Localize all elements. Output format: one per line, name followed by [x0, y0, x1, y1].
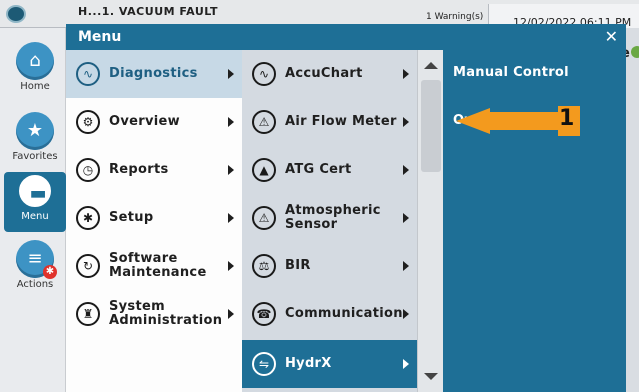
actions-icon: ≡ ✱: [16, 240, 57, 279]
scroll-down-icon[interactable]: [424, 373, 438, 380]
chevron-right-icon: [228, 69, 234, 79]
overview-icon: ⚙: [76, 110, 100, 134]
sidebar-actions-label: Actions: [16, 279, 54, 290]
alarm-title: H...1. VACUUM FAULT: [78, 5, 218, 18]
chevron-right-icon: [403, 261, 409, 271]
callout-number: 1: [559, 106, 575, 131]
chevron-right-icon: [228, 309, 234, 319]
scroll-up-icon[interactable]: [424, 62, 438, 69]
menu-title: Menu: [78, 29, 122, 45]
menu-item-manual-control[interactable]: Manual Control: [453, 65, 569, 80]
chevron-right-icon: [403, 69, 409, 79]
menu-item-atmospheric-sensor[interactable]: ⚠ Atmospheric Sensor: [242, 194, 417, 242]
menu-item-setup[interactable]: ✱ Setup: [66, 194, 242, 242]
setup-icon: ✱: [76, 206, 100, 230]
menu-item-system-administration[interactable]: ♜ System Administration: [66, 290, 242, 338]
chevron-right-icon: [403, 117, 409, 127]
menu-item-diagnostics[interactable]: ∿ Diagnostics: [66, 50, 242, 98]
system-icon: ♜: [76, 302, 100, 326]
sidebar-favorites-button[interactable]: ★ Favorites: [4, 112, 66, 172]
scroll-thumb[interactable]: [421, 80, 441, 172]
software-icon: ↻: [76, 254, 100, 278]
menu-column-main: ∿ Diagnostics ⚙ Overview ◷ Reports ✱ Set…: [66, 50, 242, 392]
bir-icon: ⚖: [252, 254, 276, 278]
menu-item-bir[interactable]: ⚖ BIR: [242, 242, 417, 290]
status-dot-icon: [631, 46, 639, 58]
accuchart-icon: ∿: [252, 62, 276, 86]
chevron-right-icon: [403, 309, 409, 319]
close-icon[interactable]: ✕: [605, 27, 618, 47]
menu-dialog: Menu ✕ ∿ Diagnostics ⚙ Overview ◷ Report…: [66, 24, 626, 392]
communication-icon: ☎: [252, 302, 276, 326]
menu-item-hydrx[interactable]: ⇋ HydrX: [242, 340, 417, 388]
sidebar-menu-button[interactable]: ▬ Menu: [4, 172, 66, 232]
home-icon: ⌂: [16, 42, 54, 80]
sidebar: ⌂ Home ★ Favorites ▬ Menu ≡ ✱ Actions: [0, 28, 66, 392]
callout-arrow: 1: [456, 104, 580, 138]
chevron-right-icon: [403, 213, 409, 223]
atmospheric-icon: ⚠: [252, 206, 276, 230]
chevron-right-icon: [403, 359, 409, 369]
scrollbar[interactable]: [417, 50, 443, 392]
alert-badge-icon: ✱: [43, 265, 57, 279]
sidebar-home-label: Home: [20, 81, 50, 92]
menu-icon: ▬: [16, 172, 54, 210]
diagnostics-icon: ∿: [76, 62, 100, 86]
sidebar-home-button[interactable]: ⌂ Home: [4, 42, 66, 102]
app-logo-icon: [6, 5, 26, 23]
sidebar-actions-button[interactable]: ≡ ✱ Actions: [4, 240, 66, 300]
reports-icon: ◷: [76, 158, 100, 182]
warnings-count[interactable]: 1 Warning(s): [426, 12, 483, 22]
menu-item-software-maintenance[interactable]: ↻ Software Maintenance: [66, 242, 242, 290]
menu-column-diagnostics: ∿ AccuChart ⚠ Air Flow Meter ▲ ATG Cert …: [242, 50, 417, 392]
menu-item-accuchart[interactable]: ∿ AccuChart: [242, 50, 417, 98]
menu-column-hydrx: Manual Control Overview: [443, 50, 626, 392]
airflow-icon: ⚠: [252, 110, 276, 134]
menu-item-reports[interactable]: ◷ Reports: [66, 146, 242, 194]
chevron-right-icon: [228, 261, 234, 271]
chevron-right-icon: [228, 213, 234, 223]
menu-item-atg-cert[interactable]: ▲ ATG Cert: [242, 146, 417, 194]
sidebar-favorites-label: Favorites: [12, 151, 58, 162]
atg-icon: ▲: [252, 158, 276, 182]
chevron-right-icon: [228, 165, 234, 175]
menu-item-communication[interactable]: ☎ Communication: [242, 290, 417, 338]
menu-item-air-flow-meter[interactable]: ⚠ Air Flow Meter: [242, 98, 417, 146]
menu-item-overview[interactable]: ⚙ Overview: [66, 98, 242, 146]
hydrx-icon: ⇋: [252, 352, 276, 376]
chevron-right-icon: [403, 165, 409, 175]
chevron-right-icon: [228, 117, 234, 127]
star-icon: ★: [16, 112, 54, 150]
